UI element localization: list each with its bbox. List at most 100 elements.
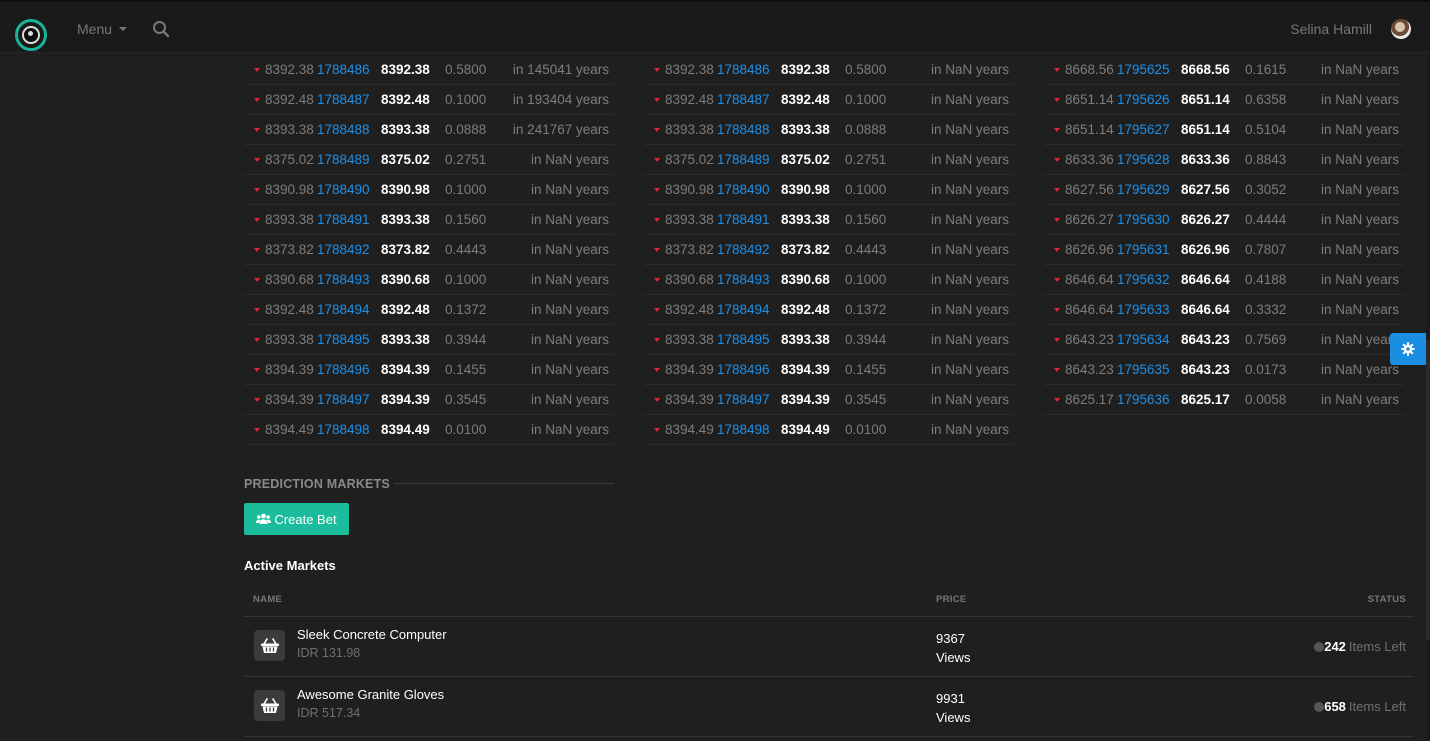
trade-row[interactable]: 8390.98 1788490 8390.98 0.1000 in NaN years <box>244 175 614 205</box>
trade-id-link[interactable]: 1795625 <box>1117 62 1181 77</box>
trade-id-link[interactable]: 1788497 <box>717 392 781 407</box>
trade-id-link[interactable]: 1795628 <box>1117 152 1181 167</box>
trade-id-link[interactable]: 1788490 <box>717 182 781 197</box>
trade-row[interactable]: 8394.39 1788496 8394.39 0.1455 in NaN years <box>244 355 614 385</box>
trade-row[interactable]: 8394.39 1788497 8394.39 0.3545 in NaN years <box>244 385 614 415</box>
menu-dropdown[interactable]: Menu <box>77 21 128 37</box>
trade-id-link[interactable]: 1788498 <box>717 422 781 437</box>
trade-row[interactable]: 8390.68 1788493 8390.68 0.1000 in NaN years <box>644 265 1014 295</box>
trade-id-link[interactable]: 1795626 <box>1117 92 1181 107</box>
trade-row[interactable]: 8392.48 1788487 8392.48 0.1000 in NaN years <box>644 85 1014 115</box>
trade-price: 8390.98 <box>381 182 430 197</box>
avatar[interactable] <box>1391 19 1411 39</box>
trade-id-link[interactable]: 1795635 <box>1117 362 1181 377</box>
trade-row[interactable]: 8394.39 1788496 8394.39 0.1455 in NaN years <box>644 355 1014 385</box>
trade-id-link[interactable]: 1795630 <box>1117 212 1181 227</box>
trade-row[interactable]: 8393.38 1788491 8393.38 0.1560 in NaN years <box>644 205 1014 235</box>
trade-row[interactable]: 8393.38 1788488 8393.38 0.0888 in NaN years <box>644 115 1014 145</box>
trade-row[interactable]: 8392.48 1788494 8392.48 0.1372 in NaN years <box>644 295 1014 325</box>
trade-row[interactable]: 8646.64 1795633 8646.64 0.3332 in NaN years <box>1044 295 1404 325</box>
market-row[interactable]: Sleek Concrete Computer IDR 131.98 9367 Vie… <box>244 617 1414 677</box>
trade-row[interactable]: 8646.64 1795632 8646.64 0.4188 in NaN years <box>1044 265 1404 295</box>
scrollbar-thumb[interactable] <box>1426 340 1430 640</box>
market-name[interactable]: Awesome Granite Gloves <box>297 687 444 702</box>
trade-id-link[interactable]: 1788487 <box>317 92 381 107</box>
trade-row[interactable]: 8390.98 1788490 8390.98 0.1000 in NaN years <box>644 175 1014 205</box>
column-header-price[interactable]: PRICE <box>936 594 967 605</box>
previous-price-value: 8392.38 <box>265 62 314 77</box>
trade-row[interactable]: 8392.48 1788487 8392.48 0.1000 in 193404 yea… <box>244 85 614 115</box>
trade-row[interactable]: 8626.96 1795631 8626.96 0.7807 in NaN years <box>1044 235 1404 265</box>
market-row[interactable]: Awesome Granite Gloves IDR 517.34 9931 View… <box>244 677 1414 737</box>
trade-row[interactable]: 8651.14 1795627 8651.14 0.5104 in NaN years <box>1044 115 1404 145</box>
user-name[interactable]: Selina Hamill <box>1290 21 1372 37</box>
trade-id-link[interactable]: 1788495 <box>717 332 781 347</box>
trade-id-link[interactable]: 1788494 <box>317 302 381 317</box>
trade-row[interactable]: 8393.38 1788495 8393.38 0.3944 in NaN years <box>644 325 1014 355</box>
trade-row[interactable]: 8394.49 1788498 8394.49 0.0100 in NaN years <box>244 415 614 445</box>
trade-row[interactable]: 8633.36 1795628 8633.36 0.8843 in NaN years <box>1044 145 1404 175</box>
column-header-name[interactable]: NAME <box>253 594 282 605</box>
trade-id-link[interactable]: 1788490 <box>317 182 381 197</box>
trade-row[interactable]: 8643.23 1795635 8643.23 0.0173 in NaN years <box>1044 355 1404 385</box>
trade-row[interactable]: 8392.48 1788494 8392.48 0.1372 in NaN years <box>244 295 614 325</box>
previous-price: 8393.38 <box>244 332 317 347</box>
trade-row[interactable]: 8373.82 1788492 8373.82 0.4443 in NaN years <box>644 235 1014 265</box>
trade-id-link[interactable]: 1788488 <box>717 122 781 137</box>
trade-row[interactable]: 8390.68 1788493 8390.68 0.1000 in NaN years <box>244 265 614 295</box>
trade-id-link[interactable]: 1788495 <box>317 332 381 347</box>
trade-id-link[interactable]: 1788492 <box>717 242 781 257</box>
market-name[interactable]: Sleek Concrete Computer <box>297 627 447 642</box>
trade-id-link[interactable]: 1788486 <box>317 62 381 77</box>
trade-id-link[interactable]: 1788494 <box>717 302 781 317</box>
logo-icon[interactable] <box>15 19 47 51</box>
trade-row[interactable]: 8392.38 1788486 8392.38 0.5800 in NaN years <box>644 55 1014 85</box>
trade-row[interactable]: 8651.14 1795626 8651.14 0.6358 in NaN years <box>1044 85 1404 115</box>
trade-id-link[interactable]: 1788489 <box>317 152 381 167</box>
create-bet-button[interactable]: Create Bet <box>244 503 349 535</box>
trade-id-link[interactable]: 1795631 <box>1117 242 1181 257</box>
trade-row[interactable]: 8393.38 1788491 8393.38 0.1560 in NaN years <box>244 205 614 235</box>
search-icon[interactable] <box>152 20 170 38</box>
down-arrow-icon <box>1054 397 1060 402</box>
trade-row[interactable]: 8394.39 1788497 8394.39 0.3545 in NaN years <box>644 385 1014 415</box>
trade-id-link[interactable]: 1788493 <box>317 272 381 287</box>
trade-id-link[interactable]: 1788497 <box>317 392 381 407</box>
trade-row[interactable]: 8394.49 1788498 8394.49 0.0100 in NaN years <box>644 415 1014 445</box>
down-arrow-icon <box>654 277 660 282</box>
trade-row[interactable]: 8375.02 1788489 8375.02 0.2751 in NaN years <box>244 145 614 175</box>
trade-id-link[interactable]: 1795632 <box>1117 272 1181 287</box>
trade-row[interactable]: 8668.56 1795625 8668.56 0.1615 in NaN years <box>1044 55 1404 85</box>
trade-id-link[interactable]: 1795629 <box>1117 182 1181 197</box>
trade-id-link[interactable]: 1795633 <box>1117 302 1181 317</box>
trade-row[interactable]: 8393.38 1788488 8393.38 0.0888 in 241767 yea… <box>244 115 614 145</box>
trade-id-link[interactable]: 1795634 <box>1117 332 1181 347</box>
settings-button[interactable] <box>1390 333 1426 365</box>
trade-row[interactable]: 8375.02 1788489 8375.02 0.2751 in NaN years <box>644 145 1014 175</box>
trade-id-link[interactable]: 1788498 <box>317 422 381 437</box>
trade-row[interactable]: 8373.82 1788492 8373.82 0.4443 in NaN years <box>244 235 614 265</box>
trade-row[interactable]: 8393.38 1788495 8393.38 0.3944 in NaN years <box>244 325 614 355</box>
trade-row[interactable]: 8392.38 1788486 8392.38 0.5800 in 145041 yea… <box>244 55 614 85</box>
trade-size: 0.0058 <box>1245 392 1287 407</box>
trade-row[interactable]: 8625.17 1795636 8625.17 0.0058 in NaN years <box>1044 385 1404 415</box>
trade-id-link[interactable]: 1788496 <box>717 362 781 377</box>
trade-id-link[interactable]: 1788489 <box>717 152 781 167</box>
previous-price-value: 8390.68 <box>265 272 314 287</box>
market-status: 242 Items Left <box>1314 639 1406 654</box>
trade-id-link[interactable]: 1788486 <box>717 62 781 77</box>
trade-id-link[interactable]: 1788493 <box>717 272 781 287</box>
trade-id-link[interactable]: 1788492 <box>317 242 381 257</box>
trade-id-link[interactable]: 1788491 <box>717 212 781 227</box>
trade-id-link[interactable]: 1788491 <box>317 212 381 227</box>
column-header-status[interactable]: STATUS <box>1368 594 1406 605</box>
trade-id-link[interactable]: 1788487 <box>717 92 781 107</box>
down-arrow-icon <box>254 367 260 372</box>
trade-row[interactable]: 8626.27 1795630 8626.27 0.4444 in NaN years <box>1044 205 1404 235</box>
trade-id-link[interactable]: 1795627 <box>1117 122 1181 137</box>
trade-row[interactable]: 8643.23 1795634 8643.23 0.7569 in NaN years <box>1044 325 1404 355</box>
trade-id-link[interactable]: 1788496 <box>317 362 381 377</box>
trade-id-link[interactable]: 1795636 <box>1117 392 1181 407</box>
trade-id-link[interactable]: 1788488 <box>317 122 381 137</box>
trade-row[interactable]: 8627.56 1795629 8627.56 0.3052 in NaN years <box>1044 175 1404 205</box>
